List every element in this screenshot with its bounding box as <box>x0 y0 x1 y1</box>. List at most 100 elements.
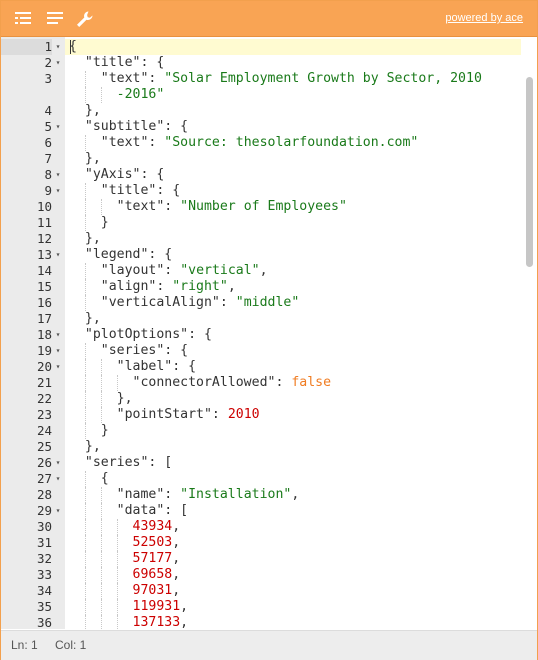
fold-toggle-icon[interactable]: ▾ <box>54 471 62 487</box>
code-text: "name": "Installation", <box>116 487 300 502</box>
text-cursor <box>70 40 71 54</box>
code-line[interactable]: 2 ▾ "title": { <box>1 55 521 71</box>
code-text: "title": { <box>100 183 181 198</box>
line-number: 8 <box>44 167 52 182</box>
code-line[interactable]: 23 "pointStart": 2010 <box>1 407 521 423</box>
code-line[interactable]: -2016" <box>1 87 521 103</box>
line-number: 20 <box>36 359 52 374</box>
line-number: 21 <box>36 375 52 390</box>
code-line[interactable]: 6 "text": "Source: thesolarfoundation.co… <box>1 135 521 151</box>
code-line[interactable]: 11 } <box>1 215 521 231</box>
line-number: 25 <box>36 439 52 454</box>
status-bar: Ln: 1 Col: 1 <box>1 630 537 660</box>
code-text: "pointStart": 2010 <box>116 407 260 422</box>
code-line[interactable]: 3 "text": "Solar Employment Growth by Se… <box>1 71 521 87</box>
code-line[interactable]: 24 } <box>1 423 521 439</box>
code-line[interactable]: 18 ▾ "plotOptions": { <box>1 327 521 343</box>
fold-toggle-icon[interactable]: ▾ <box>54 455 62 471</box>
code-line[interactable]: 12 }, <box>1 231 521 247</box>
line-number: 34 <box>36 583 52 598</box>
code-line[interactable]: 34 97031, <box>1 583 521 599</box>
format-lines-icon[interactable] <box>45 9 67 29</box>
code-text: "series": [ <box>84 455 173 470</box>
code-line[interactable]: 20 ▾ "label": { <box>1 359 521 375</box>
code-line[interactable]: 36 137133, <box>1 615 521 629</box>
code-line[interactable]: 22 }, <box>1 391 521 407</box>
code-line[interactable]: 29 ▾ "data": [ <box>1 503 521 519</box>
fold-toggle-icon[interactable]: ▾ <box>54 327 62 343</box>
code-lines: 1 ▾{2 ▾ "title": {3 "text": "Solar Employm… <box>1 39 521 629</box>
code-line[interactable]: 26 ▾ "series": [ <box>1 455 521 471</box>
code-line[interactable]: 19 ▾ "series": { <box>1 343 521 359</box>
code-line[interactable]: 15 "align": "right", <box>1 279 521 295</box>
code-line[interactable]: 10 "text": "Number of Employees" <box>1 199 521 215</box>
code-line[interactable]: 4 }, <box>1 103 521 119</box>
line-number: 35 <box>36 599 52 614</box>
code-line[interactable]: 5 ▾ "subtitle": { <box>1 119 521 135</box>
code-text: "text": "Number of Employees" <box>116 199 347 214</box>
fold-toggle-icon[interactable]: ▾ <box>54 39 62 55</box>
code-line[interactable]: 30 43934, <box>1 519 521 535</box>
vertical-scrollbar[interactable] <box>526 77 533 267</box>
code-line[interactable]: 17 }, <box>1 311 521 327</box>
wrench-icon[interactable] <box>74 9 96 29</box>
code-line[interactable]: 13 ▾ "legend": { <box>1 247 521 263</box>
code-line[interactable]: 25 }, <box>1 439 521 455</box>
code-text: 69658, <box>132 567 181 582</box>
code-line[interactable]: 28 "name": "Installation", <box>1 487 521 503</box>
line-number: 2 <box>44 55 52 70</box>
code-line[interactable]: 21 "connectorAllowed": false <box>1 375 521 391</box>
line-number: 32 <box>36 551 52 566</box>
line-number: 36 <box>36 615 52 629</box>
line-number: 24 <box>36 423 52 438</box>
fold-toggle-icon[interactable]: ▾ <box>54 247 62 263</box>
code-line[interactable]: 35 119931, <box>1 599 521 615</box>
line-number: 14 <box>36 263 52 278</box>
line-number: 3 <box>44 71 52 86</box>
code-line[interactable]: 7 }, <box>1 151 521 167</box>
line-number: 13 <box>36 247 52 262</box>
line-number: 12 <box>36 231 52 246</box>
line-number: 19 <box>36 343 52 358</box>
line-number: 31 <box>36 535 52 550</box>
code-text: 137133, <box>132 615 189 629</box>
code-line[interactable]: 8 ▾ "yAxis": { <box>1 167 521 183</box>
powered-by-ace-link[interactable]: powered by ace <box>445 12 523 24</box>
code-text: "plotOptions": { <box>84 327 212 342</box>
code-text: -2016" <box>116 87 165 102</box>
code-text: { <box>69 471 109 486</box>
code-line[interactable]: 33 69658, <box>1 567 521 583</box>
fold-toggle-icon[interactable]: ▾ <box>54 503 62 519</box>
code-text: }, <box>69 311 101 326</box>
fold-toggle-icon[interactable]: ▾ <box>54 55 62 71</box>
code-line[interactable]: 27 ▾ { <box>1 471 521 487</box>
code-line[interactable]: 1 ▾{ <box>1 39 521 55</box>
code-text: "text": "Solar Employment Growth by Sect… <box>100 71 482 86</box>
json-editor: powered by ace 1 ▾{2 ▾ "title": {3 "text":… <box>0 0 538 660</box>
indent-lines-icon[interactable] <box>13 9 35 29</box>
line-number: 30 <box>36 519 52 534</box>
code-line[interactable]: 9 ▾ "title": { <box>1 183 521 199</box>
fold-toggle-icon[interactable]: ▾ <box>54 183 62 199</box>
fold-toggle-icon[interactable]: ▾ <box>54 167 62 183</box>
line-number: 11 <box>36 215 52 230</box>
fold-toggle-icon[interactable]: ▾ <box>54 119 62 135</box>
code-editor-area[interactable]: 1 ▾{2 ▾ "title": {3 "text": "Solar Employm… <box>1 37 537 629</box>
fold-toggle-icon[interactable]: ▾ <box>54 343 62 359</box>
line-number: 7 <box>44 151 52 166</box>
code-line[interactable]: 14 "layout": "vertical", <box>1 263 521 279</box>
cursor-line-status: Ln: 1 <box>11 638 38 652</box>
code-text: "yAxis": { <box>84 167 165 182</box>
line-number: 26 <box>36 455 52 470</box>
code-text: 43934, <box>132 519 181 534</box>
code-line[interactable]: 31 52503, <box>1 535 521 551</box>
code-text: "legend": { <box>84 247 173 262</box>
code-line[interactable]: 16 "verticalAlign": "middle" <box>1 295 521 311</box>
line-number: 16 <box>36 295 52 310</box>
editor-toolbar: powered by ace <box>1 1 537 37</box>
fold-toggle-icon[interactable]: ▾ <box>54 359 62 375</box>
code-line[interactable]: 32 57177, <box>1 551 521 567</box>
line-number: 23 <box>36 407 52 422</box>
line-number: 29 <box>36 503 52 518</box>
code-text: "align": "right", <box>100 279 236 294</box>
